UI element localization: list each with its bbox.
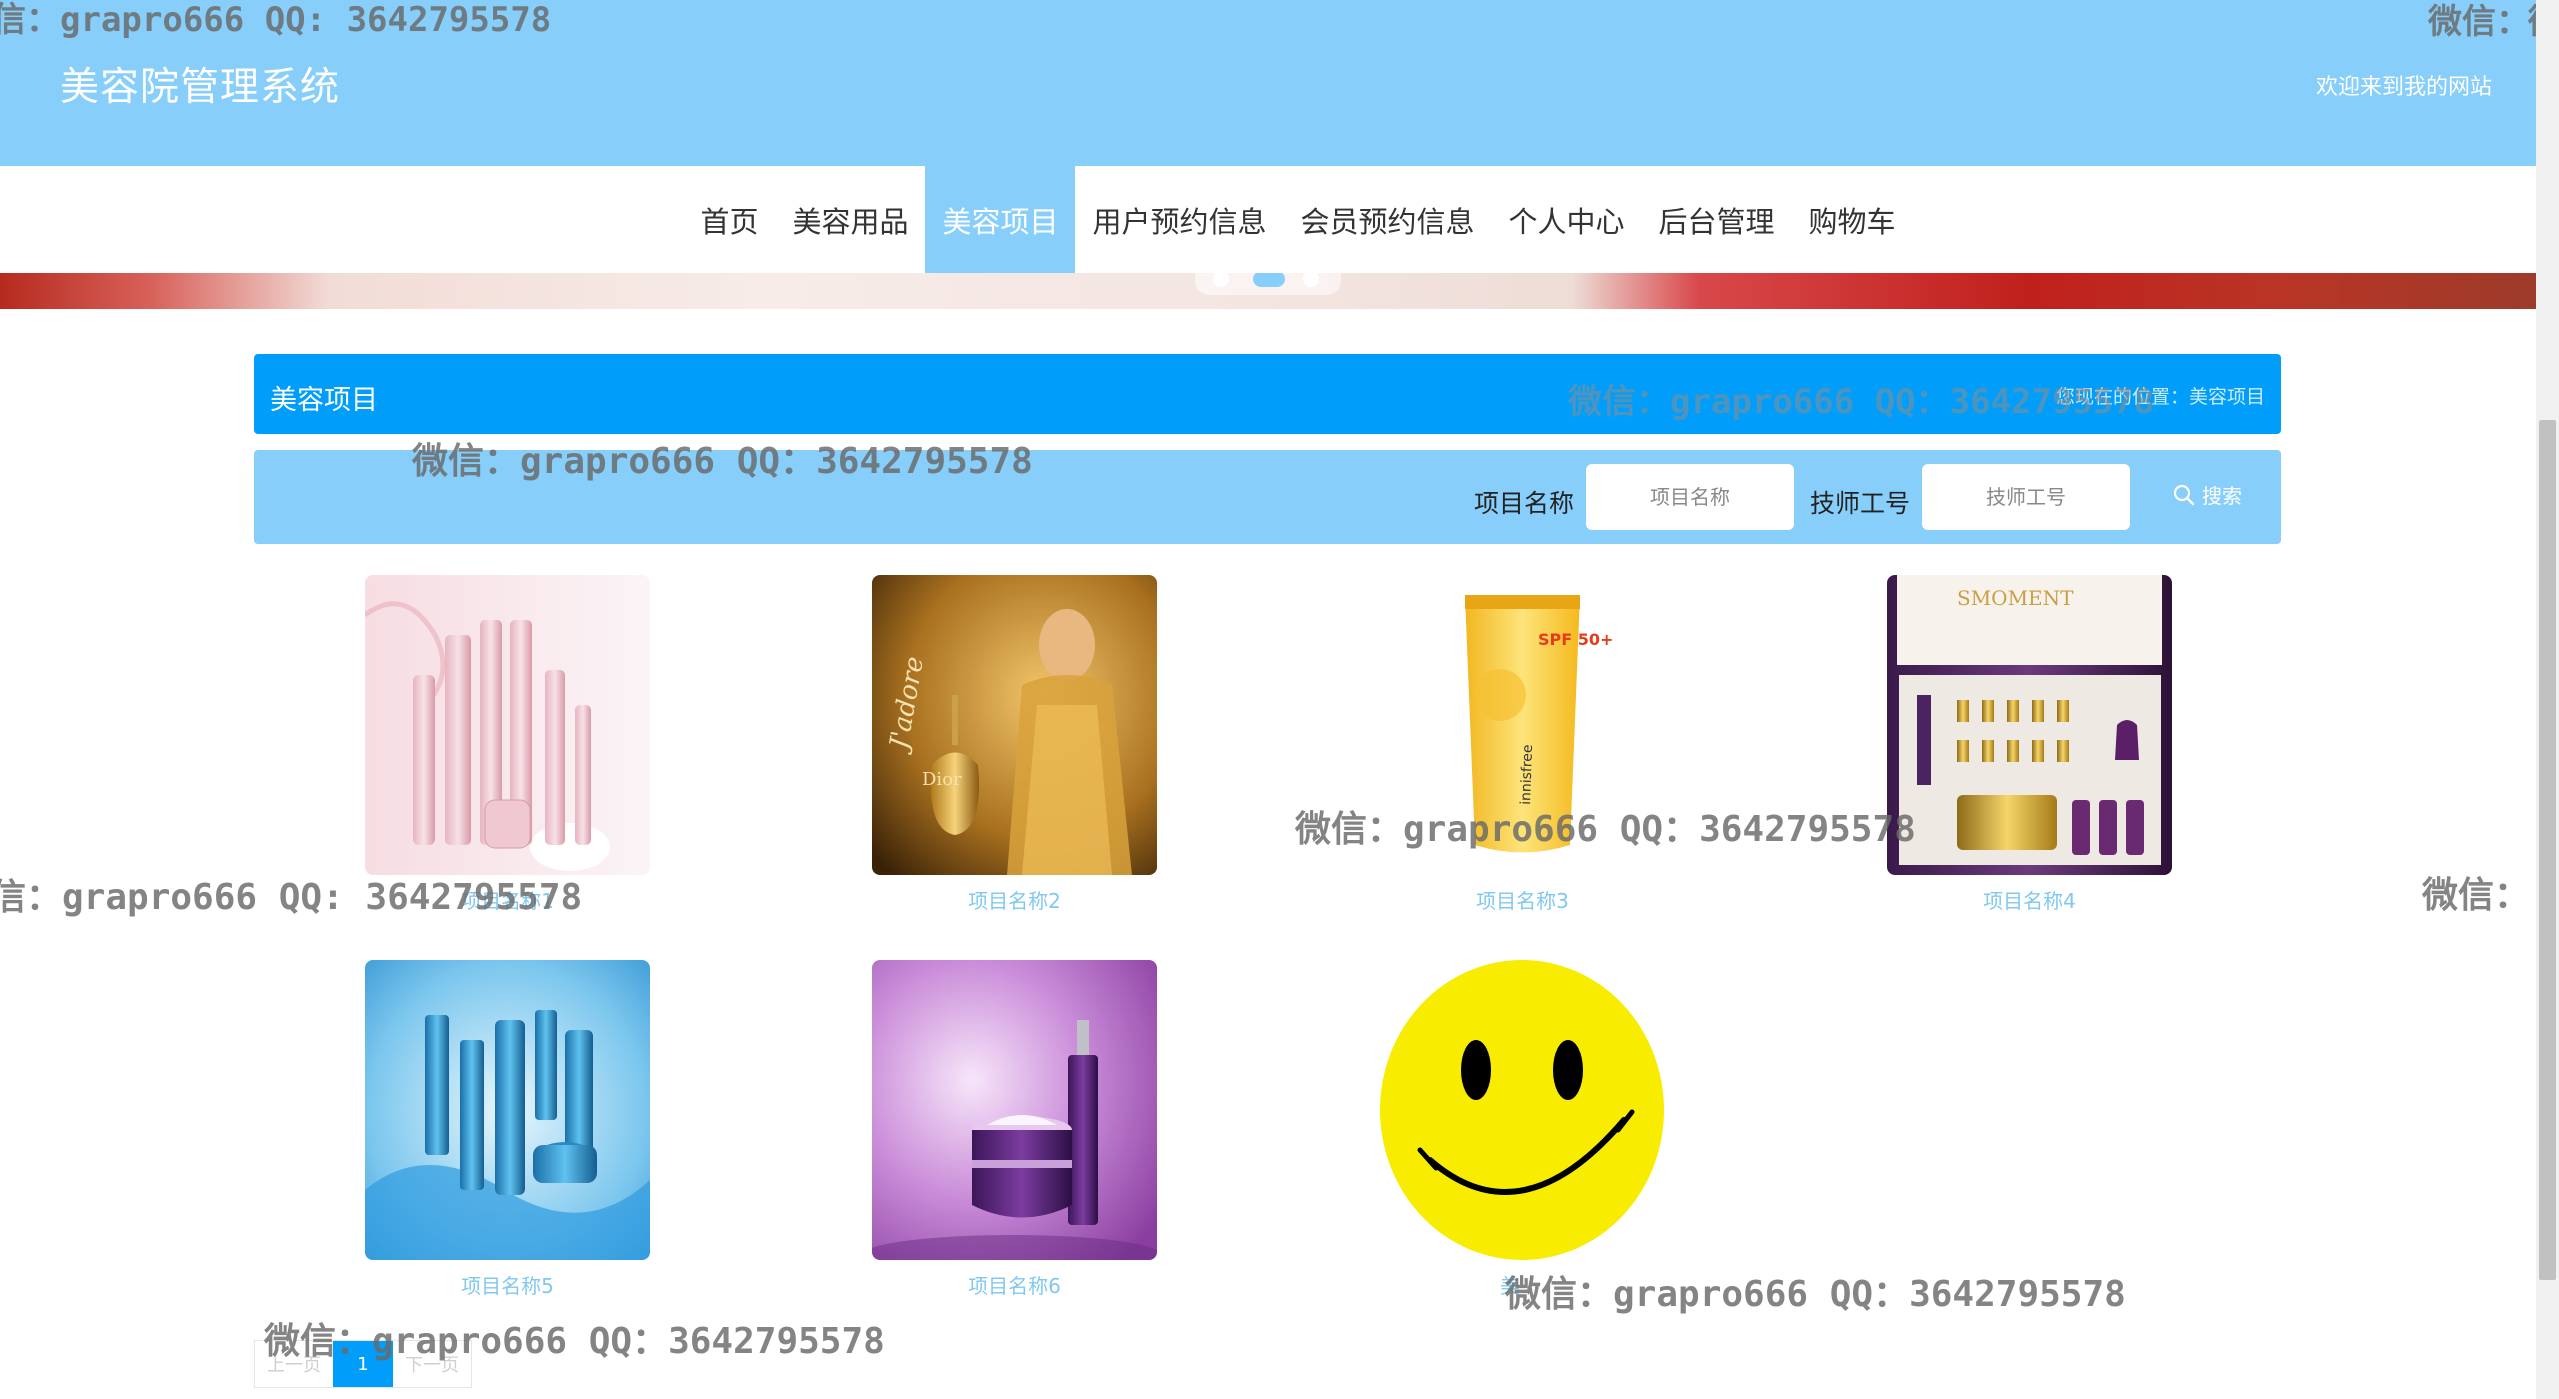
- product-image[interactable]: SMOMENT: [1887, 575, 2172, 875]
- product-card[interactable]: 美: [1380, 960, 1665, 1299]
- nav-item-personal-center[interactable]: 个人中心: [1492, 166, 1642, 273]
- breadcrumb: 您现在的位置：美容项目: [2055, 386, 2265, 408]
- product-card[interactable]: 项目名称1: [365, 575, 650, 914]
- site-header: 美容院管理系统 欢迎来到我的网站: [0, 0, 2536, 166]
- section-title: 美容项目: [270, 385, 378, 416]
- nav-item-member-bookings[interactable]: 会员预约信息: [1284, 166, 1492, 273]
- nav-item-beauty-products[interactable]: 美容用品: [775, 166, 925, 273]
- prev-page-button[interactable]: 上一页: [255, 1341, 333, 1387]
- search-bar: 项目名称 技师工号 搜索: [254, 450, 2281, 544]
- product-card[interactable]: 项目名称5: [365, 960, 650, 1299]
- product-name[interactable]: 项目名称2: [872, 885, 1157, 914]
- technician-id-label: 技师工号: [1810, 489, 1911, 518]
- search-icon: [2173, 484, 2195, 505]
- welcome-text: 欢迎来到我的网站: [2315, 75, 2492, 100]
- carousel-dot-active[interactable]: [1253, 273, 1285, 287]
- product-image[interactable]: [365, 575, 650, 875]
- product-card[interactable]: 项目名称6: [872, 960, 1157, 1299]
- project-name-label: 项目名称: [1474, 489, 1575, 518]
- site-title: 美容院管理系统: [60, 65, 341, 110]
- carousel-indicators: [1195, 273, 1341, 295]
- carousel-dot[interactable]: [1303, 273, 1319, 287]
- product-name[interactable]: 项目名称4: [1887, 885, 2172, 914]
- page-number[interactable]: 1: [333, 1341, 393, 1387]
- watermark: 微信：: [2422, 875, 2531, 916]
- nav-item-cart[interactable]: 购物车: [1792, 166, 1913, 273]
- banner-carousel: [0, 273, 2536, 309]
- next-page-button[interactable]: 下一页: [393, 1341, 471, 1387]
- product-card[interactable]: J'adore Dior 项目名称2: [872, 575, 1157, 914]
- nav-item-beauty-projects[interactable]: 美容项目: [925, 166, 1076, 273]
- product-image[interactable]: [1380, 960, 1665, 1260]
- page-scrollbar[interactable]: [2536, 0, 2559, 1399]
- product-image[interactable]: [872, 960, 1157, 1260]
- product-card[interactable]: SMOMENT 项目名称4: [1887, 575, 2172, 914]
- main-nav: 首页 美容用品 美容项目 用户预约信息 会员预约信息 个人中心 后台管理 购物车: [0, 166, 2536, 273]
- search-button[interactable]: 搜索: [2172, 480, 2242, 509]
- product-image[interactable]: J'adore Dior: [872, 575, 1157, 875]
- product-card[interactable]: SPF 50+ innisfree 项目名称3: [1380, 575, 1665, 914]
- scrollbar-thumb[interactable]: [2539, 420, 2556, 1280]
- section-header: 美容项目 您现在的位置：美容项目: [254, 354, 2281, 434]
- product-name[interactable]: 项目名称5: [365, 1270, 650, 1299]
- technician-id-input[interactable]: [1922, 464, 2130, 530]
- project-name-input[interactable]: [1586, 464, 1794, 530]
- nav-item-admin[interactable]: 后台管理: [1642, 166, 1792, 273]
- product-image[interactable]: SPF 50+ innisfree: [1380, 575, 1665, 875]
- product-name[interactable]: 项目名称3: [1380, 885, 1665, 914]
- product-name[interactable]: 项目名称1: [365, 885, 650, 914]
- nav-item-user-bookings[interactable]: 用户预约信息: [1075, 166, 1283, 273]
- product-image[interactable]: [365, 960, 650, 1260]
- spf-label: SPF 50+: [1538, 630, 1613, 649]
- brand-name: Dior: [922, 769, 962, 790]
- carousel-dot[interactable]: [1213, 273, 1229, 287]
- nav-item-home[interactable]: 首页: [683, 166, 775, 273]
- pagination: 上一页 1 下一页: [254, 1340, 472, 1388]
- product-name[interactable]: 美: [1380, 1270, 1665, 1299]
- brand-name: innisfree: [1518, 744, 1536, 805]
- search-button-label: 搜索: [2202, 484, 2242, 508]
- product-name[interactable]: 项目名称6: [872, 1270, 1157, 1299]
- brand-name: SMOMENT: [1957, 586, 2074, 610]
